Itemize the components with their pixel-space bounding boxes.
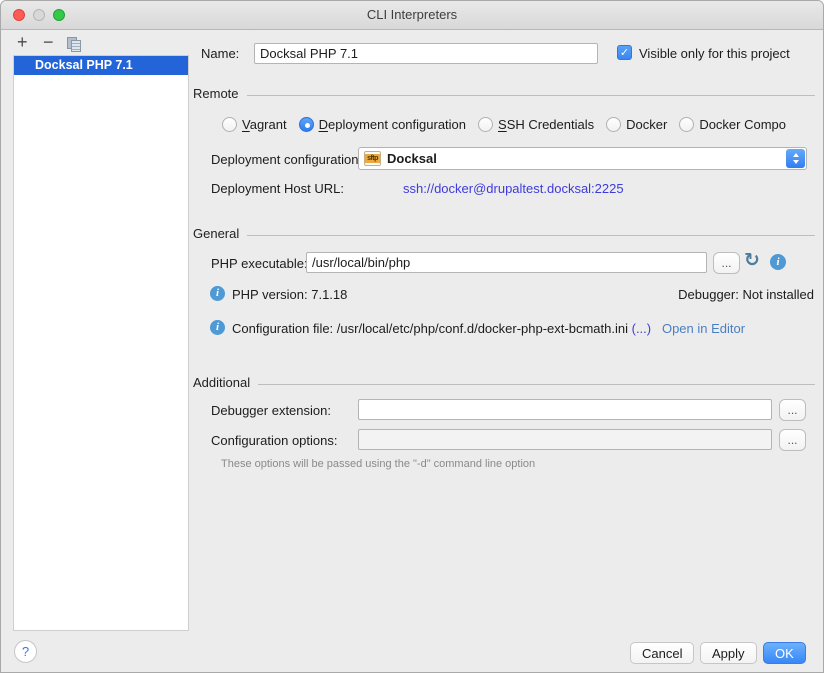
deployment-configuration-label: Deployment configuration: — [211, 152, 362, 167]
chevron-down-icon — [793, 160, 799, 164]
remote-section-label: Remote — [193, 86, 247, 101]
help-button[interactable]: ? — [14, 640, 37, 663]
list-item-docksal-php[interactable]: Docksal PHP 7.1 — [14, 56, 188, 75]
radio-selected-icon — [299, 117, 314, 132]
visible-project-label: Visible only for this project — [639, 46, 790, 61]
additional-section-label: Additional — [193, 375, 258, 390]
radio-vagrant[interactable]: Vagrant — [222, 117, 287, 132]
ok-button[interactable]: OK — [763, 642, 806, 664]
radio-docker[interactable]: Docker — [606, 117, 667, 132]
general-section-header: General — [193, 226, 815, 241]
section-divider — [258, 384, 815, 385]
php-executable-input[interactable] — [306, 252, 707, 273]
general-section-label: General — [193, 226, 247, 241]
remote-section-header: Remote — [193, 86, 815, 101]
interpreter-list: Docksal PHP 7.1 — [13, 55, 189, 631]
configuration-file-text: Configuration file: /usr/local/etc/php/c… — [232, 321, 628, 336]
debugger-status-text: Debugger: Not installed — [678, 287, 814, 302]
radio-docker-compose[interactable]: Docker Compo — [679, 117, 786, 132]
add-interpreter-button[interactable]: + — [17, 32, 28, 53]
config-options-hint: These options will be passed using the "… — [221, 458, 535, 470]
radio-deployment-configuration[interactable]: Deployment configuration — [299, 117, 466, 132]
remove-interpreter-button[interactable]: − — [43, 32, 54, 53]
configuration-options-label: Configuration options: — [211, 433, 337, 448]
configuration-file-more-link[interactable]: (...) — [632, 321, 652, 336]
combo-stepper-icon — [786, 149, 805, 168]
visible-project-checkbox[interactable]: ✓ — [617, 45, 632, 60]
name-input[interactable] — [254, 43, 598, 64]
title-bar: CLI Interpreters — [1, 1, 823, 30]
sftp-server-icon: sftp — [364, 151, 381, 166]
additional-section-header: Additional — [193, 375, 815, 390]
reload-phpinfo-icon[interactable]: ↻ — [744, 249, 760, 271]
copy-interpreter-icon[interactable] — [67, 37, 82, 52]
radio-icon — [606, 117, 621, 132]
cancel-button[interactable]: Cancel — [630, 642, 694, 664]
info-icon: i — [210, 320, 225, 335]
php-executable-label: PHP executable: — [211, 256, 308, 271]
show-phpinfo-icon[interactable]: i — [770, 254, 786, 270]
open-in-editor-link[interactable]: Open in Editor — [662, 321, 745, 336]
deployment-host-url-link[interactable]: ssh://docker@drupaltest.docksal:2225 — [403, 181, 624, 196]
configuration-file-row: Configuration file: /usr/local/etc/php/c… — [232, 321, 745, 336]
php-executable-browse-button[interactable]: ... — [713, 252, 740, 274]
info-icon: i — [210, 286, 225, 301]
deployment-host-url-label: Deployment Host URL: — [211, 181, 344, 196]
cli-interpreters-dialog: CLI Interpreters + − Docksal PHP 7.1 Nam… — [0, 0, 824, 673]
debugger-extension-input[interactable] — [358, 399, 772, 420]
apply-button[interactable]: Apply — [700, 642, 757, 664]
php-version-text: PHP version: 7.1.18 — [232, 287, 347, 302]
remote-type-radio-group: Vagrant Deployment configuration SSH Cre… — [222, 112, 823, 136]
name-label: Name: — [201, 46, 239, 61]
deployment-configuration-value: Docksal — [387, 151, 437, 166]
radio-icon — [679, 117, 694, 132]
radio-icon — [222, 117, 237, 132]
radio-ssh-credentials[interactable]: SSH Credentials — [478, 117, 594, 132]
section-divider — [247, 95, 815, 96]
radio-icon — [478, 117, 493, 132]
window-title: CLI Interpreters — [1, 1, 823, 29]
configuration-options-browse-button[interactable]: ... — [779, 429, 806, 451]
chevron-up-icon — [793, 153, 799, 157]
section-divider — [247, 235, 815, 236]
debugger-extension-browse-button[interactable]: ... — [779, 399, 806, 421]
deployment-configuration-select[interactable]: sftp Docksal — [358, 147, 807, 170]
copy-icon-front — [71, 40, 81, 52]
configuration-options-input[interactable] — [358, 429, 772, 450]
debugger-extension-label: Debugger extension: — [211, 403, 331, 418]
